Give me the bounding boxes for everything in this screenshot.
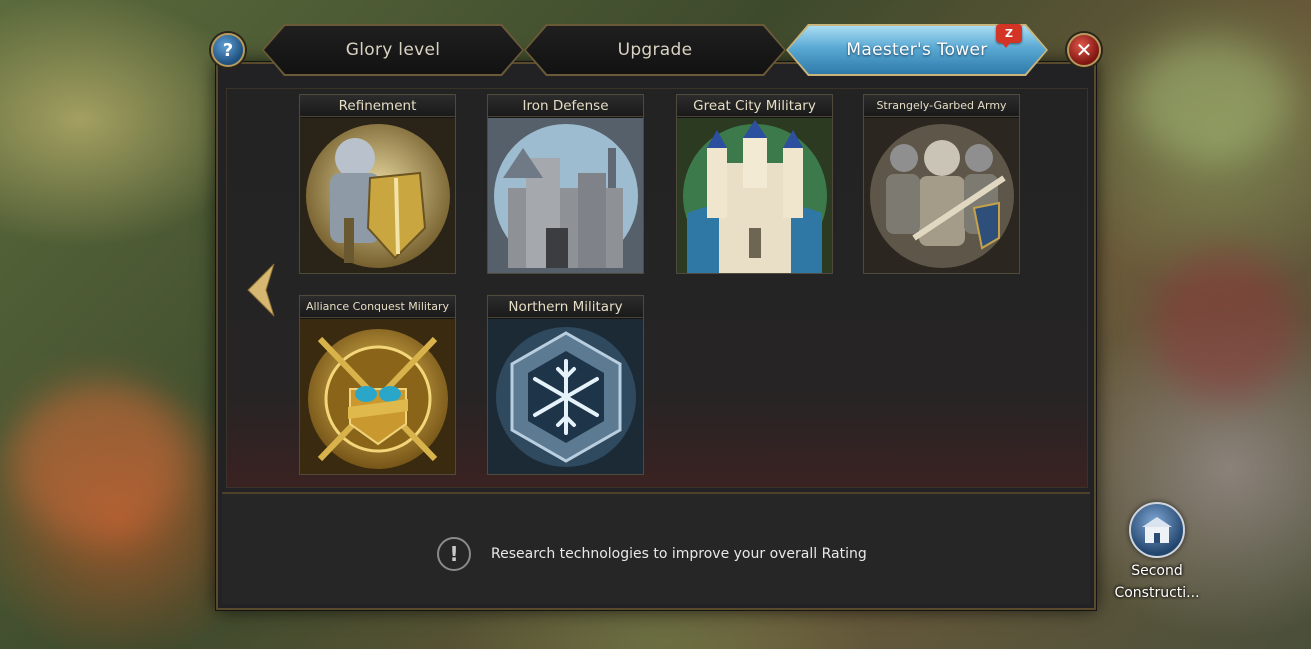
- question-icon: ?: [222, 39, 234, 61]
- research-card-northern-military[interactable]: Northern Military: [487, 295, 644, 475]
- background-blob: [1150, 250, 1300, 400]
- fortress-wall-icon: [488, 118, 643, 273]
- card-title: Northern Military: [488, 296, 643, 318]
- golden-emblem-icon: [300, 319, 455, 474]
- research-card-great-city-military[interactable]: Great City Military: [676, 94, 833, 274]
- chevron-left-icon[interactable]: [244, 262, 278, 318]
- armored-knight-icon: [300, 118, 455, 273]
- info-text: Research technologies to improve your ov…: [491, 546, 867, 562]
- background-blob: [1130, 40, 1290, 160]
- tab-upgrade[interactable]: Upgrade: [524, 24, 786, 76]
- card-title: Refinement: [300, 95, 455, 117]
- research-card-strangely-garbed-army[interactable]: Strangely-Garbed Army: [863, 94, 1020, 274]
- tab-label: Glory level: [345, 40, 441, 60]
- card-title: Great City Military: [677, 95, 832, 117]
- help-button[interactable]: ?: [211, 33, 245, 67]
- building-icon: [1129, 502, 1185, 558]
- card-title: Alliance Conquest Military: [300, 296, 455, 318]
- notification-badge: Z: [996, 24, 1022, 48]
- soldiers-icon: [864, 118, 1019, 273]
- research-card-iron-defense[interactable]: Iron Defense: [487, 94, 644, 274]
- snowflake-icon: [488, 319, 643, 474]
- tab-label: Maester's Tower: [846, 40, 988, 60]
- castle-icon: [677, 118, 832, 273]
- card-title: Strangely-Garbed Army: [864, 95, 1019, 117]
- info-row: ! Research technologies to improve your …: [437, 537, 867, 571]
- card-title: Iron Defense: [488, 95, 643, 117]
- second-construction-widget[interactable]: Second Constructi...: [1110, 502, 1204, 602]
- tab-glory-level[interactable]: Glory level: [262, 24, 524, 76]
- tab-label: Upgrade: [617, 40, 693, 60]
- background-blob: [10, 380, 190, 540]
- exclamation-icon: !: [437, 537, 471, 571]
- close-button[interactable]: ✕: [1067, 33, 1101, 67]
- side-label-line2: Constructi...: [1114, 585, 1200, 601]
- research-card-refinement[interactable]: Refinement: [299, 94, 456, 274]
- research-card-alliance-conquest-military[interactable]: Alliance Conquest Military: [299, 295, 456, 475]
- side-label-line1: Second: [1131, 563, 1183, 579]
- close-icon: ✕: [1075, 38, 1093, 62]
